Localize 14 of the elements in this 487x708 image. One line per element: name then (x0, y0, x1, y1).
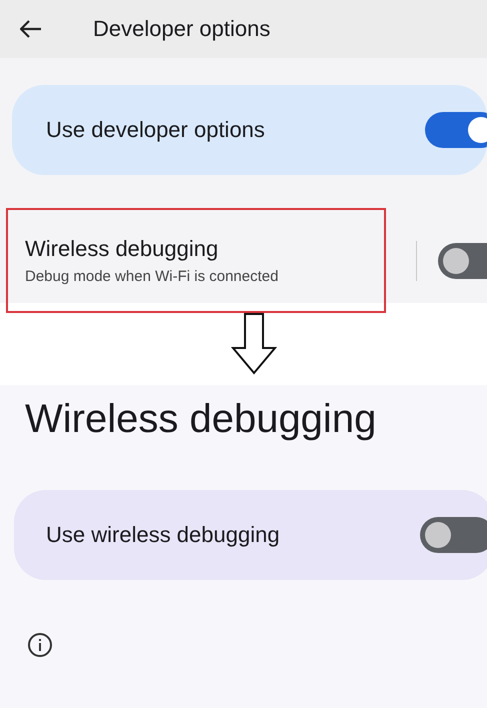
back-icon[interactable] (20, 20, 42, 38)
item-label: Wireless debugging (25, 236, 220, 262)
toggle-switch[interactable] (420, 517, 487, 553)
info-icon (27, 632, 53, 658)
wireless-debugging-item[interactable]: Wireless debugging Debug mode when Wi-Fi is connected (6, 208, 386, 313)
switch-label: Use wireless debugging (46, 522, 280, 548)
toggle-switch[interactable] (425, 112, 487, 148)
item-subtitle: Debug mode when Wi-Fi is connected (25, 268, 280, 285)
down-arrow-icon (230, 313, 276, 375)
switch-card[interactable]: Use developer options (12, 85, 487, 175)
screen-title: Wireless debugging (25, 397, 378, 442)
screen-title: Developer options (93, 16, 270, 42)
switch-card[interactable]: Use wireless debugging (14, 490, 487, 580)
switch-label: Use developer options (46, 117, 265, 143)
